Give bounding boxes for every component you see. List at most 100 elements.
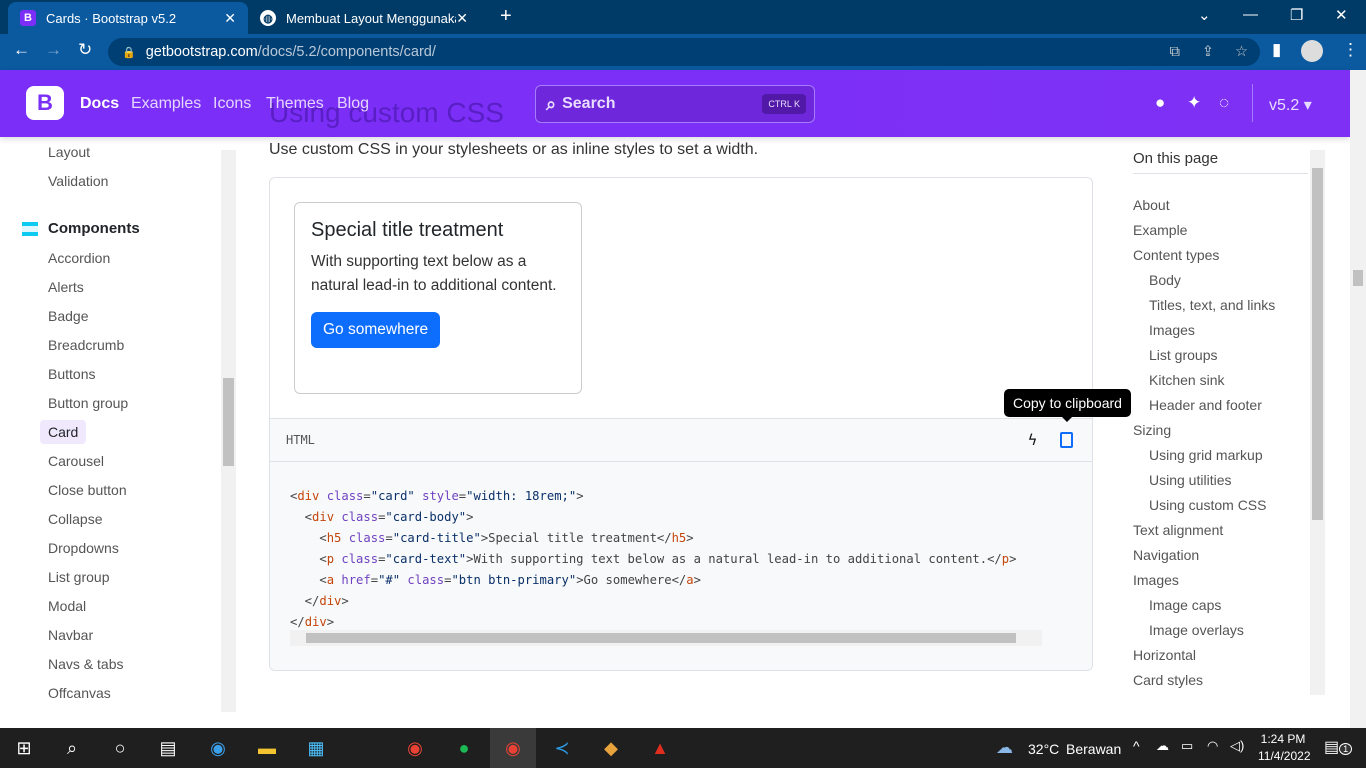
twitter-icon[interactable]: ✦ — [1187, 93, 1201, 113]
back-icon[interactable]: ← — [13, 40, 30, 60]
edge-icon[interactable]: ◉ — [206, 736, 230, 760]
side-panel-icon[interactable]: ▮ — [1272, 40, 1281, 60]
address-bar[interactable]: 🔒 getbootstrap.com/docs/5.2/components/c… — [108, 38, 1260, 66]
translate-icon[interactable]: ⧉ — [1170, 44, 1180, 60]
sidebar-item-navs-tabs[interactable]: Navs & tabs — [40, 652, 131, 676]
cortana-icon[interactable]: ○ — [108, 736, 132, 760]
sidebar-item-alerts[interactable]: Alerts — [40, 275, 92, 299]
code-horizontal-scrollbar[interactable] — [290, 630, 1042, 646]
forward-icon[interactable]: → — [45, 40, 62, 60]
bootstrap-logo[interactable]: B — [26, 86, 64, 120]
vscode-icon[interactable]: ≺ — [550, 736, 574, 760]
sidebar-item-accordion[interactable]: Accordion — [40, 246, 118, 270]
lightning-icon[interactable]: ϟ — [1028, 431, 1037, 449]
weather-temp[interactable]: 32°C — [1028, 741, 1059, 757]
toc-item[interactable]: Image caps — [1149, 597, 1221, 613]
close-tab-icon[interactable]: ✕ — [224, 10, 236, 27]
sidebar-item-offcanvas[interactable]: Offcanvas — [40, 681, 119, 705]
close-tab-icon[interactable]: ✕ — [456, 10, 468, 27]
toc-item[interactable]: Content types — [1133, 247, 1219, 263]
scrollbar-thumb[interactable] — [306, 633, 1016, 643]
new-tab-button[interactable]: + — [500, 5, 512, 28]
onedrive-icon[interactable]: ☁ — [1156, 738, 1169, 754]
toc-item[interactable]: Body — [1149, 272, 1181, 288]
sidebar-item-close-button[interactable]: Close button — [40, 478, 135, 502]
scrollbar-thumb[interactable] — [1353, 270, 1363, 286]
chrome-icon[interactable]: ◉ — [403, 736, 427, 760]
toc-item[interactable]: Header and footer — [1149, 397, 1262, 413]
notification-icon[interactable]: ▤ 1 — [1324, 737, 1353, 757]
tray-chevron-icon[interactable]: ^ — [1133, 738, 1140, 754]
sidebar-item-modal[interactable]: Modal — [40, 594, 94, 618]
sidebar-section-components[interactable]: Components — [22, 220, 140, 237]
restore-button[interactable]: ❐ — [1290, 6, 1303, 24]
toc-item[interactable]: Using custom CSS — [1149, 497, 1266, 513]
toc-item[interactable]: Horizontal — [1133, 647, 1196, 663]
clipboard-icon[interactable] — [1060, 432, 1073, 448]
scrollbar-thumb[interactable] — [1312, 168, 1323, 520]
nav-icons[interactable]: Icons — [213, 95, 251, 113]
volume-icon[interactable]: ◁) — [1230, 738, 1244, 754]
toc-item[interactable]: Images — [1149, 322, 1195, 338]
go-somewhere-button[interactable]: Go somewhere — [311, 312, 441, 348]
sidebar-item-navbar[interactable]: Navbar — [40, 623, 101, 647]
acrobat-icon[interactable]: ▲ — [648, 736, 672, 760]
toc-item[interactable]: Navigation — [1133, 547, 1199, 563]
sidebar-item-list-group[interactable]: List group — [40, 565, 117, 589]
toc-item[interactable]: Using utilities — [1149, 472, 1231, 488]
tab-cards[interactable]: B Cards · Bootstrap v5.2 ✕ — [8, 2, 248, 34]
toc-item[interactable]: Card styles — [1133, 672, 1203, 688]
store-icon[interactable]: ▦ — [304, 736, 328, 760]
scrollbar-thumb[interactable] — [223, 378, 234, 466]
toc-item[interactable]: Text alignment — [1133, 522, 1223, 538]
wifi-icon[interactable]: ◠ — [1207, 738, 1218, 754]
sidebar-item-breadcrumb[interactable]: Breadcrumb — [40, 333, 132, 357]
reload-icon[interactable]: ↻ — [78, 40, 92, 60]
toc-item[interactable]: Images — [1133, 572, 1179, 588]
file-explorer-icon[interactable]: ▬ — [255, 736, 279, 760]
search-icon[interactable]: ⌕ — [60, 736, 84, 760]
sidebar-item-collapse[interactable]: Collapse — [40, 507, 110, 531]
opencollective-icon[interactable]: ◌ — [1219, 93, 1229, 113]
sidebar-item-buttons[interactable]: Buttons — [40, 362, 103, 386]
spotify-icon[interactable]: ● — [452, 736, 476, 760]
toc-item[interactable]: List groups — [1149, 347, 1217, 363]
toc-item[interactable]: Example — [1133, 222, 1187, 238]
toc-item[interactable]: About — [1133, 197, 1170, 213]
task-view-icon[interactable]: ▤ — [156, 736, 180, 760]
nav-blog[interactable]: Blog — [337, 95, 369, 113]
git-icon[interactable]: ◆ — [599, 736, 623, 760]
menu-icon[interactable]: ⋮ — [1342, 40, 1359, 60]
search-button[interactable]: ⌕ Search CTRL K — [535, 85, 815, 123]
tab-membuat-layout[interactable]: ◍ Membuat Layout Menggunakan ✕ — [248, 2, 480, 34]
sidebar-item-carousel[interactable]: Carousel — [40, 449, 112, 473]
sidebar-scrollbar[interactable] — [221, 150, 236, 712]
clock[interactable]: 1:24 PM 11/4/2022 — [1258, 732, 1311, 763]
toc-item[interactable]: Titles, text, and links — [1149, 297, 1275, 313]
sidebar-item-card[interactable]: Card — [40, 420, 87, 444]
share-icon[interactable]: ⇪ — [1202, 44, 1214, 60]
toc-item[interactable]: Sizing — [1133, 422, 1171, 438]
page-scrollbar[interactable] — [1350, 70, 1366, 728]
nav-docs[interactable]: Docs — [80, 95, 119, 113]
battery-icon[interactable]: ▭ — [1181, 738, 1193, 754]
windows-start-icon[interactable]: ⊞ — [12, 736, 36, 760]
weather-text[interactable]: Berawan — [1066, 741, 1121, 757]
minimize-button[interactable]: — — [1243, 6, 1258, 23]
sidebar-item-validation[interactable]: Validation — [40, 169, 116, 193]
sidebar-item-badge[interactable]: Badge — [40, 304, 96, 328]
bookmark-star-icon[interactable]: ☆ — [1235, 44, 1248, 60]
sidebar-item-layout[interactable]: Layout — [40, 140, 98, 164]
nav-examples[interactable]: Examples — [131, 95, 201, 113]
avatar[interactable] — [1301, 40, 1323, 62]
chrome-profile-icon[interactable]: ◉ — [501, 736, 525, 760]
close-window-button[interactable]: ✕ — [1335, 6, 1348, 24]
nav-themes[interactable]: Themes — [266, 95, 324, 113]
version-dropdown[interactable]: v5.2 ▾ — [1269, 95, 1312, 115]
toc-item[interactable]: Kitchen sink — [1149, 372, 1224, 388]
toc-scrollbar[interactable] — [1310, 150, 1325, 695]
sidebar-item-dropdowns[interactable]: Dropdowns — [40, 536, 127, 560]
toc-item[interactable]: Image overlays — [1149, 622, 1244, 638]
tab-search-icon[interactable]: ⌄ — [1198, 6, 1211, 24]
toc-item[interactable]: Using grid markup — [1149, 447, 1263, 463]
